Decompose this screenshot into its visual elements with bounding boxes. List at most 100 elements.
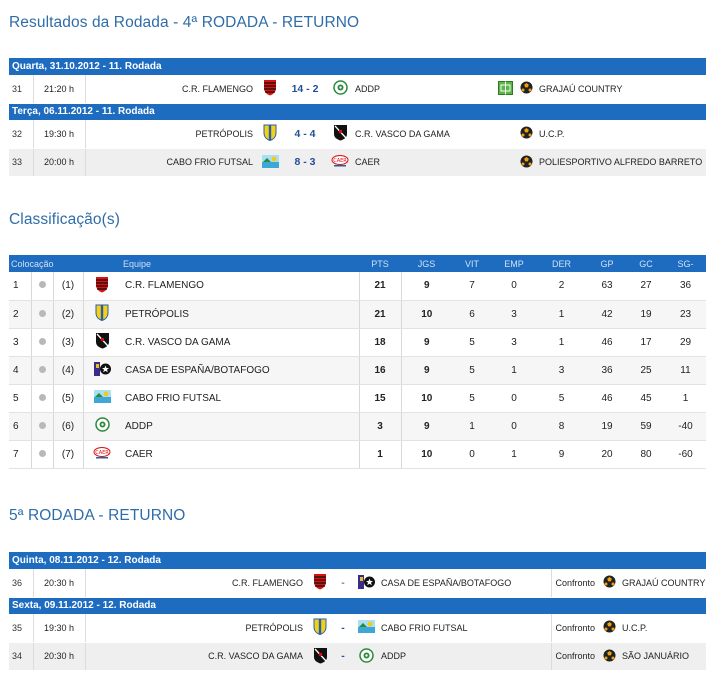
stat-sg: 1 (665, 384, 706, 413)
stat-emp: 3 (492, 300, 536, 329)
confronto-link[interactable]: Confronto (550, 614, 599, 643)
home-team[interactable]: C.R. VASCO DA GAMA (84, 642, 309, 671)
stat-pts: 21 (358, 272, 401, 301)
away-team[interactable]: C.R. VASCO DA GAMA (351, 120, 494, 149)
stat-der: 1 (536, 328, 587, 357)
classification-row[interactable]: 7 (7) CAER CAER 1 10 0 1 9 20 80 -60 (9, 440, 706, 469)
stat-gp: 19 (587, 412, 627, 441)
trend-dot-icon (38, 393, 46, 401)
ball-icon (603, 575, 616, 590)
venue[interactable]: GRAJAÚ COUNTRY (536, 75, 707, 104)
game-score[interactable]: 14 - 2 (281, 75, 329, 104)
game-time: 20:30 h (33, 642, 86, 671)
stat-gc: 59 (627, 412, 665, 441)
home-team[interactable]: PETRÓPOLIS (84, 120, 259, 149)
classification-row[interactable]: 5 (5) CABO FRIO FUTSAL 15 10 5 0 5 46 45 1 (9, 384, 706, 413)
stat-sg: 29 (665, 328, 706, 357)
home-team[interactable]: CABO FRIO FUTSAL (84, 148, 259, 177)
header-gp[interactable]: GP (587, 255, 627, 272)
team-name[interactable]: CASA DE ESPAÑA/BOTAFOGO (121, 356, 359, 385)
stat-jgs: 9 (400, 356, 452, 385)
stat-sg: 23 (665, 300, 706, 329)
stat-der: 8 (536, 412, 587, 441)
venue[interactable]: SÃO JANUÁRIO (619, 642, 707, 671)
home-team[interactable]: C.R. FLAMENGO (84, 75, 259, 104)
classification-row[interactable]: 6 (6) ADDP 3 9 1 0 8 19 59 -40 (9, 412, 706, 441)
venue[interactable]: U.C.P. (536, 120, 707, 149)
stat-pts: 3 (358, 412, 401, 441)
round4-title: Resultados da Rodada - 4ª RODADA - RETUR… (9, 14, 360, 31)
home-team[interactable]: C.R. FLAMENGO (84, 569, 309, 598)
home-team[interactable]: PETRÓPOLIS (84, 614, 309, 643)
venue[interactable]: U.C.P. (619, 614, 707, 643)
flamengo-crest-icon (95, 276, 109, 296)
game-row[interactable]: 32 19:30 h PETRÓPOLIS 4 - 4 C.R. VASCO D… (9, 120, 707, 149)
classification-row[interactable]: 2 (2) PETRÓPOLIS 21 10 6 3 1 42 19 23 (9, 300, 706, 329)
stat-gp: 42 (587, 300, 627, 329)
position: 2 (9, 300, 31, 329)
header-vit[interactable]: VIT (452, 255, 492, 272)
away-team[interactable]: CASA DE ESPAÑA/BOTAFOGO (377, 569, 551, 598)
stat-vit: 5 (452, 328, 492, 357)
stat-gp: 46 (587, 384, 627, 413)
team-name[interactable]: CABO FRIO FUTSAL (121, 384, 359, 413)
ball-icon (520, 155, 533, 170)
header-equipe[interactable]: Equipe (121, 255, 359, 272)
game-number: 36 (9, 569, 34, 598)
ball-icon (603, 620, 616, 635)
away-team[interactable]: ADDP (351, 75, 494, 104)
game-row[interactable]: 33 20:00 h CABO FRIO FUTSAL 8 - 3 CAER C… (9, 148, 707, 177)
court-icon (497, 80, 513, 97)
trend-dot-icon (38, 421, 46, 429)
game-score: - (331, 614, 355, 643)
classification-row[interactable]: 1 (1) C.R. FLAMENGO 21 9 7 0 2 63 27 36 (9, 272, 706, 301)
team-name[interactable]: C.R. FLAMENGO (121, 272, 359, 301)
stat-jgs: 10 (400, 300, 452, 329)
stat-vit: 1 (452, 412, 492, 441)
stat-pts: 1 (358, 440, 401, 469)
header-pts[interactable]: PTS (359, 255, 401, 272)
away-team[interactable]: CAER (351, 148, 494, 177)
stat-der: 2 (536, 272, 587, 301)
team-name[interactable]: CAER (121, 440, 359, 469)
previous-position: (3) (52, 328, 83, 357)
team-name[interactable]: C.R. VASCO DA GAMA (121, 328, 359, 357)
header-colocacao[interactable]: Colocação (9, 255, 83, 272)
stat-vit: 0 (452, 440, 492, 469)
away-team[interactable]: ADDP (377, 642, 551, 671)
stat-gc: 17 (627, 328, 665, 357)
team-name[interactable]: PETRÓPOLIS (121, 300, 359, 329)
stat-sg: -60 (665, 440, 706, 469)
confronto-link[interactable]: Confronto (550, 642, 599, 671)
away-team[interactable]: CABO FRIO FUTSAL (377, 614, 551, 643)
venue[interactable]: GRAJAÚ COUNTRY (619, 569, 707, 598)
stat-sg: -40 (665, 412, 706, 441)
caer-crest-icon: CAER (93, 446, 111, 462)
stat-gp: 20 (587, 440, 627, 469)
game-score[interactable]: 4 - 4 (281, 120, 329, 149)
ball-icon (603, 649, 616, 664)
classification-row[interactable]: 3 (3) C.R. VASCO DA GAMA 18 9 5 3 1 46 17 29 (9, 328, 706, 357)
game-row[interactable]: 35 19:30 h PETRÓPOLIS - CABO FRIO FUTSAL… (9, 614, 707, 643)
trend-dot-icon (38, 309, 46, 317)
stat-sg: 11 (665, 356, 706, 385)
header-der[interactable]: DER (536, 255, 587, 272)
cabofrio-crest-icon (357, 620, 375, 635)
game-row[interactable]: 34 20:30 h C.R. VASCO DA GAMA - ADDP Con… (9, 642, 707, 671)
stat-emp: 0 (492, 384, 536, 413)
game-time: 19:30 h (33, 614, 86, 643)
classification-row[interactable]: 4 (4) CASA DE ESPAÑA/BOTAFOGO 16 9 5 1 3 36 25 11 (9, 356, 706, 385)
game-row[interactable]: 36 20:30 h C.R. FLAMENGO - CASA DE ESPAÑ… (9, 569, 707, 598)
confronto-link[interactable]: Confronto (550, 569, 599, 598)
header-gc[interactable]: GC (627, 255, 665, 272)
header-jgs[interactable]: JGS (401, 255, 452, 272)
game-score[interactable]: 8 - 3 (281, 148, 329, 177)
position: 6 (9, 412, 31, 441)
stat-vit: 5 (452, 356, 492, 385)
venue[interactable]: POLIESPORTIVO ALFREDO BARRETO (536, 148, 707, 177)
header-emp[interactable]: EMP (492, 255, 536, 272)
team-name[interactable]: ADDP (121, 412, 359, 441)
game-number: 33 (9, 148, 34, 177)
header-sg[interactable]: SG- (665, 255, 706, 272)
game-row[interactable]: 31 21:20 h C.R. FLAMENGO 14 - 2 ADDP GRA… (9, 75, 707, 104)
